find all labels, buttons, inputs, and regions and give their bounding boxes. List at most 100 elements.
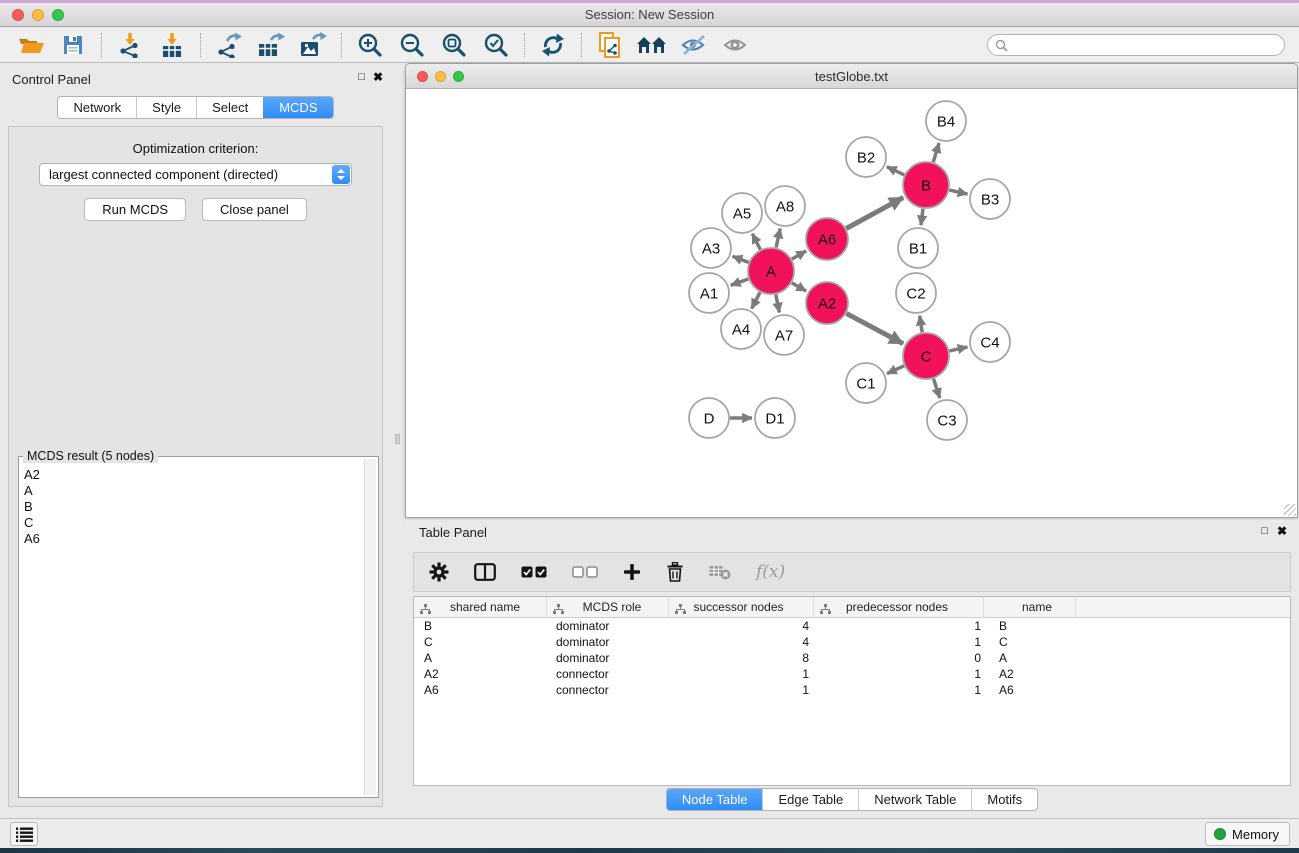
graph-edge-A-A5[interactable] bbox=[752, 234, 760, 250]
save-session-icon[interactable] bbox=[52, 30, 94, 60]
table-row[interactable]: Cdominator41C bbox=[414, 634, 1290, 650]
table-tab-network-table[interactable]: Network Table bbox=[858, 789, 971, 810]
export-table-icon[interactable] bbox=[250, 30, 292, 60]
delete-column-trash-icon[interactable] bbox=[666, 562, 684, 582]
search-input[interactable] bbox=[1013, 38, 1277, 52]
node-table[interactable]: shared nameMCDS rolesuccessor nodesprede… bbox=[413, 596, 1291, 786]
graph-edge-A-A8[interactable] bbox=[776, 229, 780, 248]
close-network-icon[interactable] bbox=[417, 71, 428, 82]
deselect-all-rows-icon[interactable] bbox=[572, 566, 598, 578]
result-list-item[interactable]: A2 bbox=[21, 467, 363, 483]
zoom-selected-icon[interactable] bbox=[475, 30, 517, 60]
window-resize-grip[interactable] bbox=[1284, 504, 1296, 516]
graph-edge-C-C4[interactable] bbox=[949, 347, 967, 351]
tab-network[interactable]: Network bbox=[58, 97, 136, 118]
result-list-item[interactable]: A bbox=[21, 483, 363, 499]
column-header-MCDS-role[interactable]: MCDS role bbox=[547, 597, 669, 618]
graph-edge-C-C1[interactable] bbox=[887, 366, 904, 374]
tab-mcds[interactable]: MCDS bbox=[263, 97, 332, 118]
run-mcds-button[interactable]: Run MCDS bbox=[84, 198, 186, 221]
mcds-result-list[interactable]: A2ABCA6 bbox=[21, 467, 363, 795]
create-column-plus-icon[interactable] bbox=[623, 563, 641, 581]
table-row[interactable]: Adominator80A bbox=[414, 650, 1290, 666]
graph-edge-A-A4[interactable] bbox=[752, 292, 760, 308]
tab-style[interactable]: Style bbox=[136, 97, 196, 118]
graph-edge-A6-B[interactable] bbox=[846, 198, 903, 229]
graph-node-label: B2 bbox=[857, 149, 875, 166]
network-window-titlebar[interactable]: testGlobe.txt bbox=[406, 64, 1297, 89]
export-network-icon[interactable] bbox=[208, 30, 250, 60]
zoom-in-icon[interactable] bbox=[349, 30, 391, 60]
result-list-item[interactable]: A6 bbox=[21, 531, 363, 547]
table-tab-motifs[interactable]: Motifs bbox=[971, 789, 1037, 810]
float-table-panel-icon[interactable]: □ bbox=[1261, 525, 1268, 537]
column-header-successor-nodes[interactable]: successor nodes bbox=[669, 597, 814, 618]
task-history-button[interactable] bbox=[10, 822, 38, 846]
search-icon bbox=[995, 39, 1008, 52]
column-header-shared-name[interactable]: shared name bbox=[414, 597, 547, 618]
graph-edge-B-B2[interactable] bbox=[887, 167, 905, 175]
table-cell: 1 bbox=[814, 634, 984, 650]
import-table-icon[interactable] bbox=[151, 30, 193, 60]
graph-edge-C-C3[interactable] bbox=[934, 379, 940, 398]
table-tab-edge-table[interactable]: Edge Table bbox=[762, 789, 858, 810]
maximize-window-icon[interactable] bbox=[52, 9, 64, 21]
status-bar: Memory bbox=[0, 818, 1299, 848]
maximize-network-icon[interactable] bbox=[453, 71, 464, 82]
optimization-criterion-dropdown[interactable]: largest connected component (directed) bbox=[39, 163, 352, 186]
result-scrollbar[interactable] bbox=[364, 459, 376, 795]
minimize-window-icon[interactable] bbox=[32, 9, 44, 21]
hide-selected-icon[interactable] bbox=[673, 30, 715, 60]
table-cell: C bbox=[414, 634, 547, 650]
close-window-icon[interactable] bbox=[12, 9, 24, 21]
graph-edge-A-A6[interactable] bbox=[792, 251, 806, 259]
open-session-icon[interactable] bbox=[10, 30, 52, 60]
search-box[interactable] bbox=[987, 34, 1285, 56]
zoom-fit-icon[interactable] bbox=[433, 30, 475, 60]
import-network-icon[interactable] bbox=[109, 30, 151, 60]
table-cell: A bbox=[414, 650, 547, 666]
function-builder-icon[interactable]: f(x) bbox=[756, 562, 785, 582]
graph-edge-B-B1[interactable] bbox=[921, 209, 923, 225]
result-list-item[interactable]: C bbox=[21, 515, 363, 531]
select-all-rows-icon[interactable] bbox=[521, 566, 547, 578]
optimization-criterion-label: Optimization criterion: bbox=[9, 141, 382, 156]
result-list-item[interactable]: B bbox=[21, 499, 363, 515]
memory-button[interactable]: Memory bbox=[1205, 822, 1290, 846]
export-image-icon[interactable] bbox=[292, 30, 334, 60]
minimize-network-icon[interactable] bbox=[435, 71, 446, 82]
graph-node-label: C4 bbox=[980, 334, 999, 351]
table-tab-node-table[interactable]: Node Table bbox=[667, 789, 763, 810]
tab-select[interactable]: Select bbox=[196, 97, 263, 118]
refresh-icon[interactable] bbox=[532, 30, 574, 60]
column-header-label: predecessor nodes bbox=[814, 597, 980, 617]
close-panel-button[interactable]: Close panel bbox=[202, 198, 307, 221]
column-header-name[interactable]: name bbox=[984, 597, 1076, 618]
table-row[interactable]: A2connector11A2 bbox=[414, 666, 1290, 682]
table-settings-gear-icon[interactable] bbox=[429, 562, 449, 582]
table-row[interactable]: A6connector11A6 bbox=[414, 682, 1290, 698]
close-table-panel-icon[interactable]: ✖ bbox=[1277, 524, 1287, 538]
graph-edge-C-C2[interactable] bbox=[920, 316, 923, 333]
graph-edge-B-B3[interactable] bbox=[949, 190, 967, 194]
column-header-predecessor-nodes[interactable]: predecessor nodes bbox=[814, 597, 984, 618]
network-canvas[interactable]: AA1A2A3A4A5A6A7A8BB1B2B3B4CC1C2C3C4DD1 bbox=[406, 90, 1297, 517]
close-panel-icon[interactable]: ✖ bbox=[373, 70, 383, 84]
delete-table-icon[interactable] bbox=[709, 564, 731, 580]
graph-edge-A-A1[interactable] bbox=[731, 279, 749, 285]
graph-edge-A-A2[interactable] bbox=[792, 283, 806, 291]
first-neighbors-icon[interactable] bbox=[631, 30, 673, 60]
duplicate-network-icon[interactable] bbox=[589, 30, 631, 60]
graph-edge-A-A3[interactable] bbox=[733, 256, 749, 262]
table-row[interactable]: Bdominator41B bbox=[414, 618, 1290, 634]
network-window-controls bbox=[417, 71, 464, 82]
float-panel-icon[interactable]: □ bbox=[358, 71, 365, 83]
show-all-icon[interactable] bbox=[715, 30, 757, 60]
zoom-out-icon[interactable] bbox=[391, 30, 433, 60]
graph-edge-A-A7[interactable] bbox=[776, 295, 780, 313]
show-columns-icon[interactable] bbox=[474, 563, 496, 581]
table-cell: dominator bbox=[547, 634, 669, 650]
graph-edge-B-B4[interactable] bbox=[933, 143, 939, 162]
graph-edge-A2-C[interactable] bbox=[846, 313, 903, 343]
vertical-splitter[interactable] bbox=[391, 64, 405, 818]
